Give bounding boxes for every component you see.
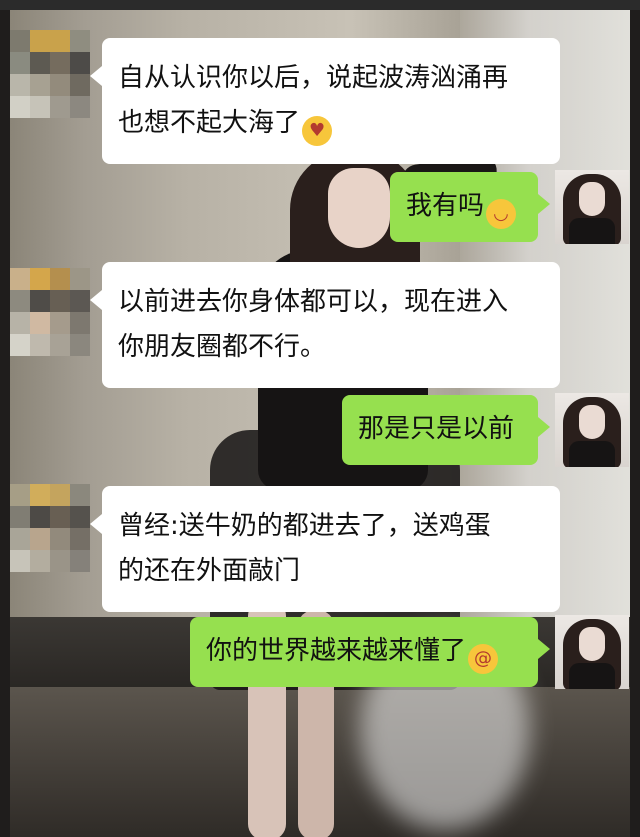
message-text-line: 我有吗 bbox=[406, 191, 485, 221]
message-bubble-sent[interactable]: 那是只是以前 bbox=[342, 395, 550, 465]
avatar-self[interactable] bbox=[555, 170, 629, 244]
message-text-line: 那是只是以前 bbox=[358, 414, 515, 444]
message-bubble-sent[interactable]: 我有吗 ◡ bbox=[390, 172, 550, 242]
smug-emoji-icon: ◡ bbox=[486, 199, 517, 229]
message-bubble-sent[interactable]: 你的世界越来越来懂了 @ bbox=[190, 617, 550, 687]
message-text-line: 也想不起大海了 bbox=[118, 108, 301, 138]
message-text-line: 以前进去你身体都可以，现在进入 bbox=[118, 287, 509, 317]
avatar-self[interactable] bbox=[555, 615, 629, 689]
chat-screenshot: 自从认识你以后，说起波涛汹涌再 也想不起大海了 ♥ 我有吗 ◡ 以前进去你身体都可以… bbox=[0, 0, 640, 837]
figure-face bbox=[328, 168, 390, 248]
dizzy-face-emoji-icon: @ bbox=[468, 644, 499, 674]
message-text-line: 你的世界越来越来懂了 bbox=[206, 636, 467, 666]
message-text-line: 曾经:送牛奶的都进去了，送鸡蛋 bbox=[118, 511, 491, 541]
avatar-pixelated[interactable] bbox=[10, 268, 90, 356]
avatar-pixelated[interactable] bbox=[10, 484, 90, 572]
message-text-line: 自从认识你以后，说起波涛汹涌再 bbox=[118, 63, 509, 93]
heart-eyes-emoji-icon: ♥ bbox=[302, 116, 333, 146]
message-bubble-received[interactable]: 以前进去你身体都可以，现在进入 你朋友圈都不行。 bbox=[90, 262, 560, 388]
top-edge bbox=[0, 0, 640, 10]
avatar-self[interactable] bbox=[555, 393, 629, 467]
message-text-line: 你朋友圈都不行。 bbox=[118, 332, 327, 362]
message-bubble-received[interactable]: 曾经:送牛奶的都进去了，送鸡蛋 的还在外面敲门 bbox=[90, 486, 560, 612]
avatar-pixelated[interactable] bbox=[10, 30, 90, 118]
message-text-line: 的还在外面敲门 bbox=[118, 556, 301, 586]
message-bubble-received[interactable]: 自从认识你以后，说起波涛汹涌再 也想不起大海了 ♥ bbox=[90, 38, 560, 164]
